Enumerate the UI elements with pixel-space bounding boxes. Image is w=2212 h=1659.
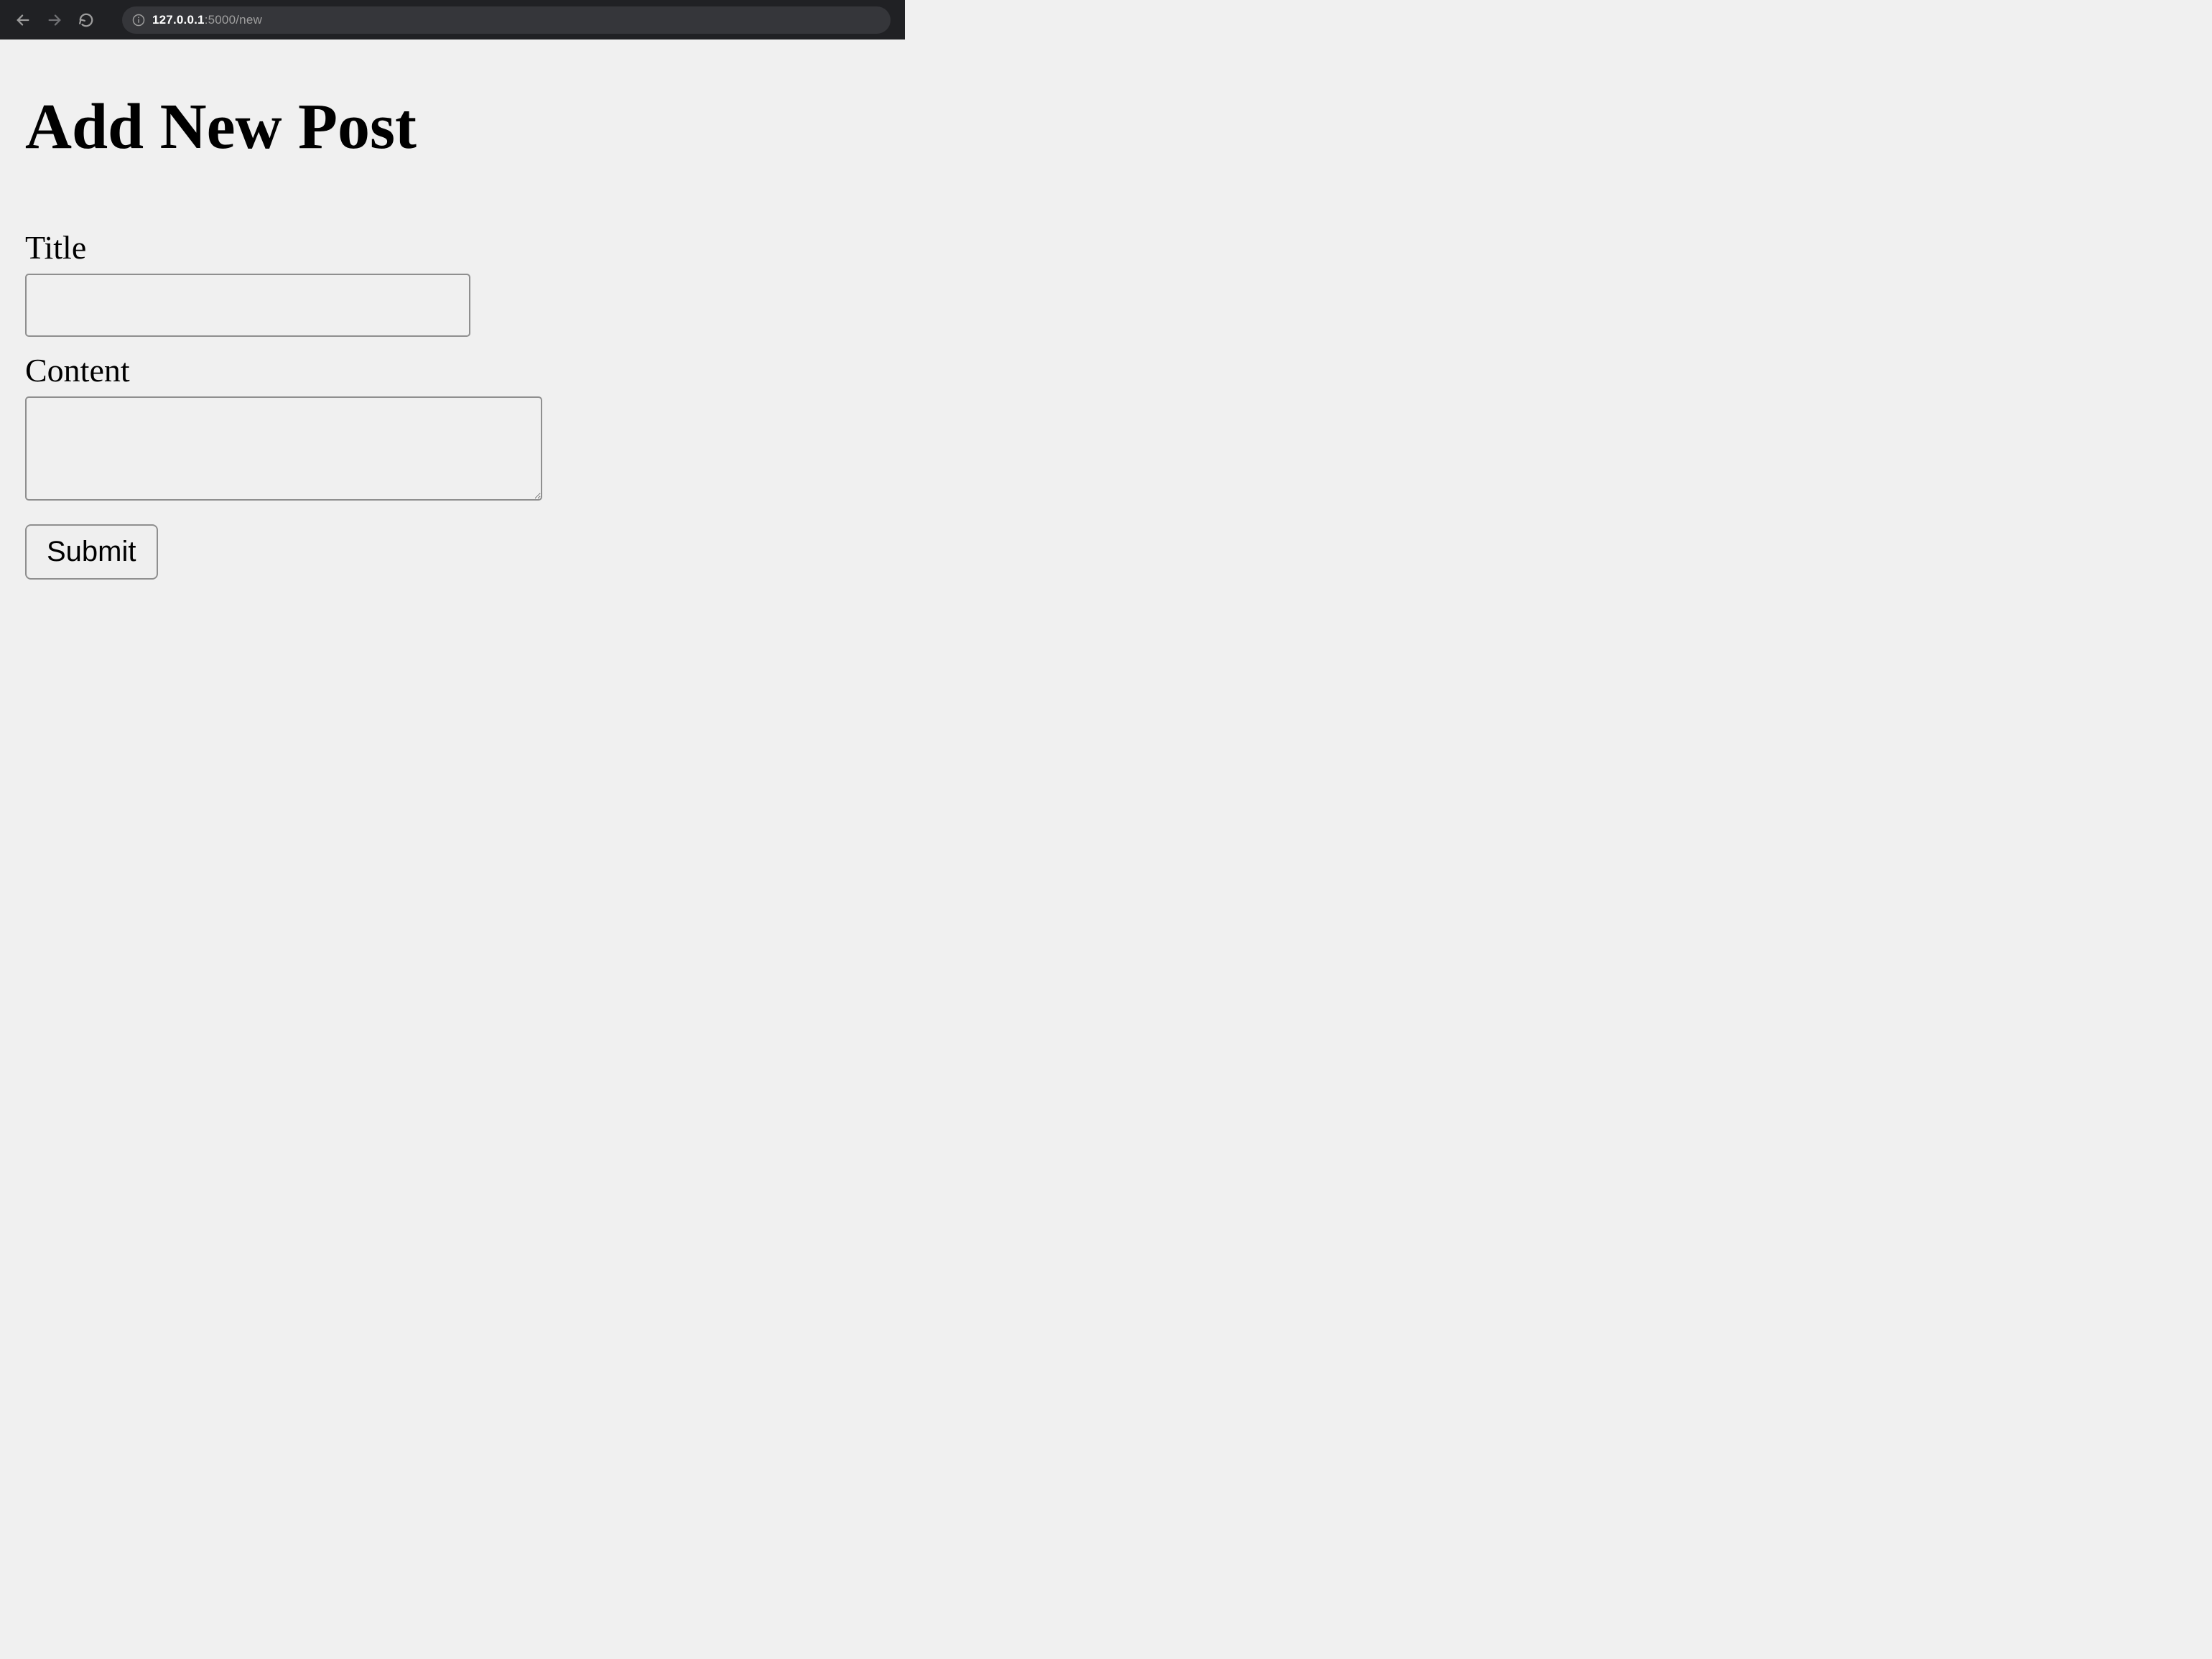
reload-icon [78,12,94,28]
title-group: Title [25,228,880,337]
url-path: :5000/new [205,13,262,27]
content-label: Content [25,351,880,389]
url-text: 127.0.0.1:5000/new [152,13,262,27]
arrow-right-icon [47,12,62,28]
forward-button[interactable] [46,11,63,29]
submit-button[interactable]: Submit [25,524,158,580]
back-button[interactable] [14,11,32,29]
info-icon [132,14,145,27]
title-label: Title [25,228,880,266]
title-input[interactable] [25,274,470,337]
arrow-left-icon [15,12,31,28]
page-title: Add New Post [25,90,880,164]
address-bar[interactable]: 127.0.0.1:5000/new [122,6,891,34]
url-host: 127.0.0.1 [152,13,205,27]
content-group: Content [25,351,880,504]
page-content: Add New Post Title Content Submit [0,40,905,608]
browser-toolbar: 127.0.0.1:5000/new [0,0,905,40]
content-textarea[interactable] [25,396,542,501]
new-post-form: Title Content Submit [25,228,880,580]
reload-button[interactable] [78,11,95,29]
